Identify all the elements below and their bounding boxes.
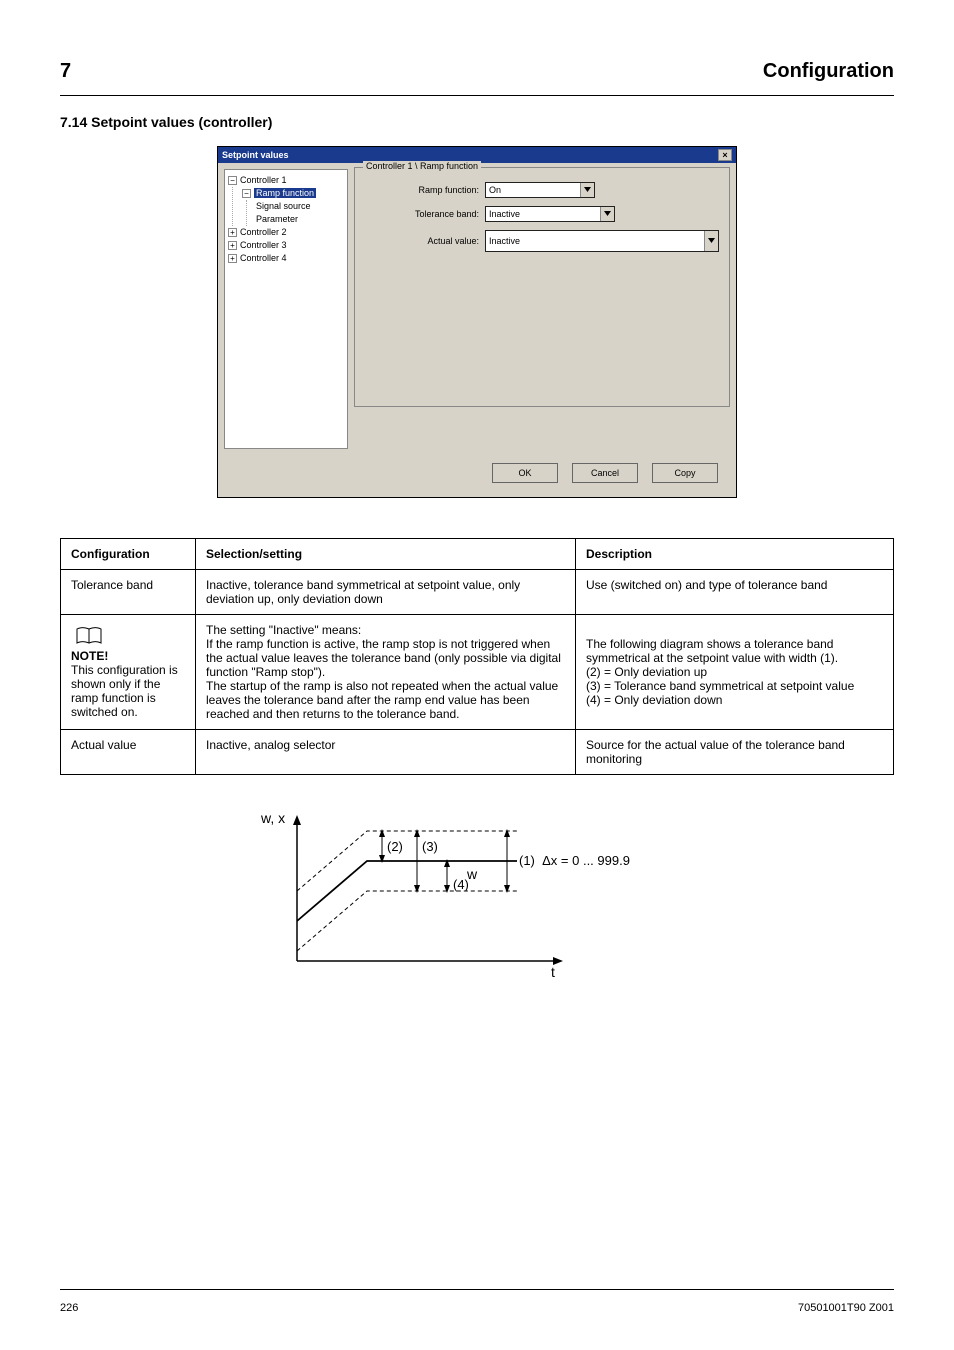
cell-description: Source for the actual value of the toler… (576, 730, 894, 775)
close-icon[interactable]: × (718, 149, 732, 161)
chevron-down-icon[interactable] (580, 183, 594, 197)
expander-plus-icon[interactable]: + (228, 228, 237, 237)
note-text: (3) = Tolerance band symmetrical at setp… (586, 679, 854, 693)
th-configuration: Configuration (61, 539, 196, 570)
cell-note-middle: The setting "Inactive" means: If the ram… (196, 615, 576, 730)
th-description: Description (576, 539, 894, 570)
expander-minus-icon[interactable]: − (228, 176, 237, 185)
ok-button[interactable]: OK (492, 463, 558, 483)
config-table: Configuration Selection/setting Descript… (60, 538, 894, 775)
note-label: NOTE! (71, 649, 108, 663)
table-row: Tolerance band Inactive, tolerance band … (61, 570, 894, 615)
annot-4: (4) (453, 877, 469, 892)
page-title: 7.14 Setpoint values (controller) (60, 114, 894, 130)
table-row: Actual value Inactive, analog selector S… (61, 730, 894, 775)
doc-code: 70501001T90 Z001 (798, 1302, 894, 1314)
tree-item-parameter[interactable]: Parameter (256, 213, 344, 226)
expander-plus-icon[interactable]: + (228, 241, 237, 250)
setpoint-dialog: Setpoint values × −Controller 1 −Ramp fu… (217, 146, 737, 498)
tree-item-c1[interactable]: Controller 1 (240, 175, 287, 185)
tree-item-c3[interactable]: Controller 3 (240, 240, 287, 250)
cell-configuration: Tolerance band (61, 570, 196, 615)
dialog-title-text: Setpoint values (222, 150, 289, 160)
note-text: If the ramp function is active, the ramp… (206, 637, 561, 679)
cell-note-left: NOTE! This configuration is shown only i… (61, 615, 196, 730)
tree-item-ramp[interactable]: Ramp function (254, 188, 316, 198)
header-rule (60, 95, 894, 96)
cancel-button[interactable]: Cancel (572, 463, 638, 483)
expander-plus-icon[interactable]: + (228, 254, 237, 263)
th-selection: Selection/setting (196, 539, 576, 570)
label-ramp-function: Ramp function: (365, 185, 485, 195)
combo-tolerance-band[interactable]: Inactive (485, 206, 615, 222)
note-text: The following diagram shows a tolerance … (586, 637, 838, 665)
combo-actual-value-value: Inactive (489, 236, 520, 246)
section-title: Configuration (763, 60, 894, 83)
label-actual-value: Actual value: (365, 236, 485, 246)
groupbox-ramp-function: Controller 1 \ Ramp function Ramp functi… (354, 167, 730, 407)
annot-2: (2) (387, 839, 403, 854)
page-number: 226 (60, 1302, 78, 1314)
label-tolerance-band: Tolerance band: (365, 209, 485, 219)
book-icon (75, 626, 103, 646)
tree-item-c2[interactable]: Controller 2 (240, 227, 287, 237)
note-text: The setting "Inactive" means: (206, 623, 361, 637)
note-text: (4) = Only deviation down (586, 693, 722, 707)
combo-ramp-function[interactable]: On (485, 182, 595, 198)
footer-rule (60, 1289, 894, 1290)
table-row: NOTE! This configuration is shown only i… (61, 615, 894, 730)
combo-tolerance-band-value: Inactive (489, 209, 520, 219)
xlabel: t (551, 964, 555, 980)
cell-description: Use (switched on) and type of tolerance … (576, 570, 894, 615)
chevron-down-icon[interactable] (600, 207, 614, 221)
annot-3: (3) (422, 839, 438, 854)
combo-ramp-function-value: On (489, 185, 501, 195)
combo-actual-value[interactable]: Inactive (485, 230, 719, 252)
note-text: (2) = Only deviation up (586, 665, 707, 679)
cell-note-right: The following diagram shows a tolerance … (576, 615, 894, 730)
section-number: 7 (60, 60, 71, 83)
groupbox-legend: Controller 1 \ Ramp function (363, 161, 481, 171)
ylabel: w, x (260, 810, 285, 826)
copy-button[interactable]: Copy (652, 463, 718, 483)
cell-configuration: Actual value (61, 730, 196, 775)
cell-selection: Inactive, analog selector (196, 730, 576, 775)
tree-item-c4[interactable]: Controller 4 (240, 253, 287, 263)
cell-selection: Inactive, tolerance band symmetrical at … (196, 570, 576, 615)
expander-minus-icon[interactable]: − (242, 189, 251, 198)
chevron-down-icon[interactable] (704, 231, 718, 251)
note-text: This configuration is shown only if the … (71, 663, 178, 719)
tolerance-band-diagram: w, x t w (2) (3) (4) (257, 801, 697, 986)
note-text: The startup of the ramp is also not repe… (206, 679, 558, 721)
tree-item-signal-source[interactable]: Signal source (256, 200, 344, 213)
annot-1: (1) Δx = 0 ... 999.9 (519, 853, 630, 868)
tree-panel[interactable]: −Controller 1 −Ramp function Signal sour… (224, 169, 348, 449)
